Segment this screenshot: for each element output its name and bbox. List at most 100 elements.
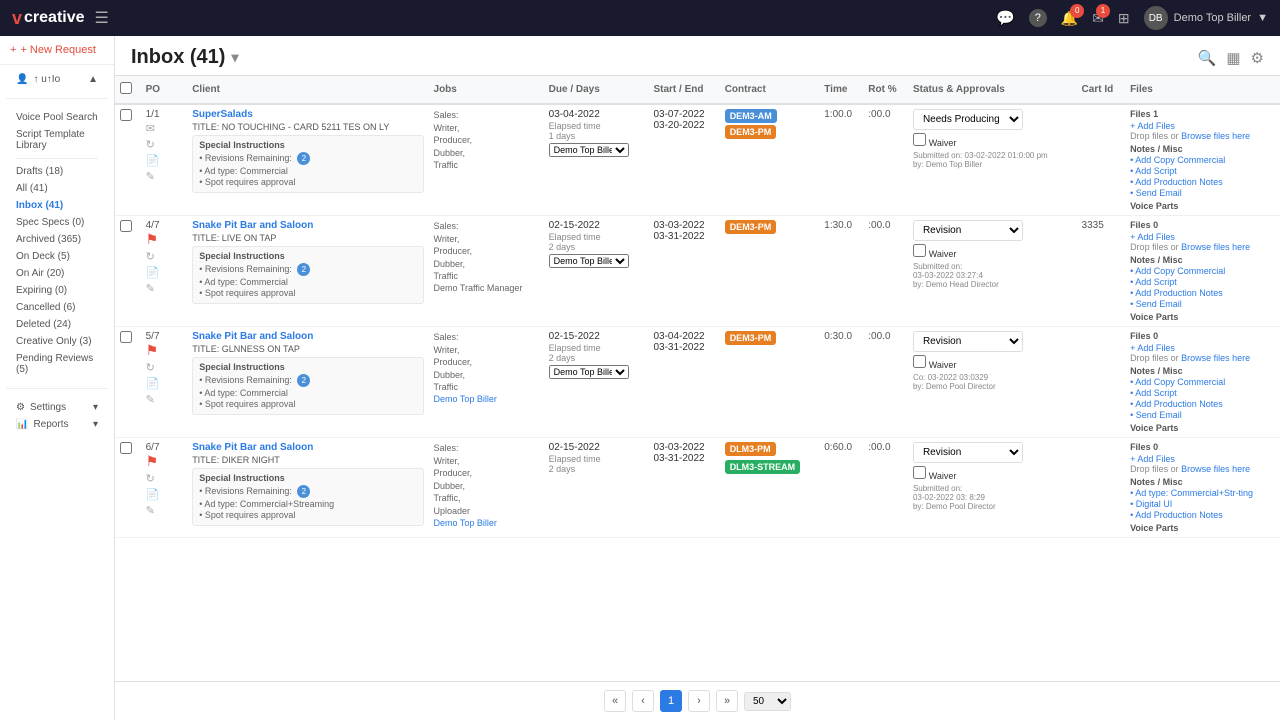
edit-icon[interactable]: ✎	[146, 393, 183, 406]
sidebar-item-all[interactable]: All (41)	[10, 180, 104, 197]
user-icon: 👤	[16, 74, 28, 85]
edit-icon[interactable]: ✎	[146, 170, 183, 183]
row2-due: 02-15-2022 Elapsed time2 days Demo Top B…	[544, 216, 649, 327]
user-menu[interactable]: DB Demo Top Biller ▼	[1144, 6, 1268, 30]
doc-icon[interactable]: 📄	[146, 377, 183, 390]
sidebar-item-inbox[interactable]: Inbox (41)	[10, 197, 104, 214]
row4-status-select[interactable]: Revision Needs Producing Approved	[913, 442, 1023, 463]
row1-assignee-select[interactable]: Demo Top Biller	[549, 143, 629, 157]
row3-checkbox[interactable]	[120, 331, 132, 343]
refresh-icon[interactable]: ↻	[146, 361, 183, 374]
row1-browse[interactable]: Browse files here	[1181, 131, 1250, 141]
row2-checkbox[interactable]	[120, 220, 132, 232]
row3-waiver-checkbox[interactable]	[913, 355, 926, 368]
edit-icon[interactable]: ✎	[146, 282, 183, 295]
row3-add-script[interactable]: • Add Script	[1130, 388, 1275, 398]
sidebar-item-on-air[interactable]: On Air (20)	[10, 265, 104, 282]
sidebar-item-reports[interactable]: 📊 Reports ▾	[10, 416, 104, 433]
row3-assignee[interactable]: Demo Top Biller	[434, 394, 539, 404]
row4-browse[interactable]: Browse files here	[1181, 464, 1250, 474]
current-page-button[interactable]: 1	[660, 690, 682, 712]
sidebar-item-expiring[interactable]: Expiring (0)	[10, 282, 104, 299]
page-size-select[interactable]: 10 25 50 100	[744, 692, 791, 711]
row3-client-name[interactable]: Snake Pit Bar and Saloon	[192, 331, 423, 342]
row3-status-select[interactable]: Revision Needs Producing Approved	[913, 331, 1023, 352]
help-icon[interactable]: ?	[1029, 9, 1047, 27]
row3-add-copy[interactable]: • Add Copy Commercial	[1130, 377, 1275, 387]
topbar-right: 💬 ? 🔔0 ✉1 ⊞ DB Demo Top Biller ▼	[996, 6, 1268, 30]
row3-browse[interactable]: Browse files here	[1181, 353, 1250, 363]
grid-icon[interactable]: ⊞	[1118, 10, 1130, 27]
row2-browse[interactable]: Browse files here	[1181, 242, 1250, 252]
refresh-icon[interactable]: ↻	[146, 472, 183, 485]
sidebar-item-deleted[interactable]: Deleted (24)	[10, 316, 104, 333]
row4-add-files[interactable]: + Add Files	[1130, 454, 1175, 464]
row3-assignee-select[interactable]: Demo Top Biller	[549, 365, 629, 379]
row2-add-script[interactable]: • Add Script	[1130, 277, 1275, 287]
sidebar-item-settings[interactable]: ⚙ Settings ▾	[10, 399, 104, 416]
row2-add-files[interactable]: + Add Files	[1130, 232, 1175, 242]
view-icon[interactable]: ▦	[1226, 49, 1240, 67]
sidebar-item-archived[interactable]: Archived (365)	[10, 231, 104, 248]
row4-waiver-checkbox[interactable]	[913, 466, 926, 479]
row4-add-copy[interactable]: • Ad type: Commercial+Str-ting	[1130, 488, 1275, 498]
row1-add-script[interactable]: • Add Script	[1130, 166, 1275, 176]
row2-add-copy[interactable]: • Add Copy Commercial	[1130, 266, 1275, 276]
refresh-icon[interactable]: ↻	[146, 250, 183, 263]
sidebar-item-drafts[interactable]: Drafts (18)	[10, 163, 104, 180]
row4-checkbox[interactable]	[120, 442, 132, 454]
chat-icon[interactable]: 💬	[996, 9, 1015, 27]
edit-icon[interactable]: ✎	[146, 504, 183, 517]
sidebar-item-pending-reviews[interactable]: Pending Reviews (5)	[10, 350, 104, 378]
row1-special-instructions: Special Instructions • Revisions Remaini…	[192, 135, 423, 193]
select-all-checkbox[interactable]	[120, 82, 132, 94]
sidebar-user-item[interactable]: 👤 ↑ u↑Io ▲	[10, 71, 104, 88]
doc-icon[interactable]: 📄	[146, 488, 183, 501]
row1-waiver-checkbox[interactable]	[913, 133, 926, 146]
sidebar-item-creative-only[interactable]: Creative Only (3)	[10, 333, 104, 350]
row3-add-prod-notes[interactable]: • Add Production Notes	[1130, 399, 1275, 409]
sidebar-item-spec-specs[interactable]: Spec Specs (0)	[10, 214, 104, 231]
row1-add-files[interactable]: + Add Files	[1130, 121, 1175, 131]
row1-client-name[interactable]: SuperSalads	[192, 109, 423, 120]
next-page-button[interactable]: ›	[688, 690, 710, 712]
row2-assignee-select[interactable]: Demo Top Biller	[549, 254, 629, 268]
row2-client-name[interactable]: Snake Pit Bar and Saloon	[192, 220, 423, 231]
row1-add-copy[interactable]: • Add Copy Commercial	[1130, 155, 1275, 165]
notifications-icon[interactable]: 🔔0	[1061, 10, 1078, 27]
row4-add-prod-notes[interactable]: • Add Production Notes	[1130, 510, 1275, 520]
row1-status-select[interactable]: Needs Producing Revision Approved	[913, 109, 1023, 130]
hamburger-icon[interactable]: ☰	[95, 8, 109, 28]
page-title-chevron[interactable]: ▾	[231, 49, 238, 66]
row1-checkbox[interactable]	[120, 109, 132, 121]
row4-client-name[interactable]: Snake Pit Bar and Saloon	[192, 442, 423, 453]
row2-waiver-checkbox[interactable]	[913, 244, 926, 257]
sidebar-item-on-deck[interactable]: On Deck (5)	[10, 248, 104, 265]
sidebar-item-label: Script Template Library	[16, 129, 98, 151]
sidebar-item-script-template[interactable]: Script Template Library	[10, 126, 104, 154]
last-page-button[interactable]: »	[716, 690, 738, 712]
search-icon[interactable]: 🔍	[1198, 49, 1217, 67]
sidebar-item-cancelled[interactable]: Cancelled (6)	[10, 299, 104, 316]
row1-send-email[interactable]: • Send Email	[1130, 188, 1275, 198]
refresh-icon[interactable]: ↻	[146, 138, 183, 151]
envelope-icon[interactable]: ✉	[146, 122, 183, 135]
row3-send-email[interactable]: • Send Email	[1130, 410, 1275, 420]
sidebar-item-voice-pool[interactable]: Voice Pool Search	[10, 109, 104, 126]
row1-add-prod-notes[interactable]: • Add Production Notes	[1130, 177, 1275, 187]
settings-gear-icon[interactable]: ⚙	[1251, 49, 1264, 67]
row2-send-email[interactable]: • Send Email	[1130, 299, 1275, 309]
doc-icon[interactable]: 📄	[146, 266, 183, 279]
first-page-button[interactable]: «	[604, 690, 626, 712]
row3-flag-icon: ⚑	[146, 342, 183, 359]
prev-page-button[interactable]: ‹	[632, 690, 654, 712]
row2-status-select[interactable]: Revision Needs Producing Approved	[913, 220, 1023, 241]
col-cart-id: Cart Id	[1077, 76, 1126, 104]
row2-add-prod-notes[interactable]: • Add Production Notes	[1130, 288, 1275, 298]
row4-assignee[interactable]: Demo Top Biller	[434, 518, 539, 528]
new-request-button[interactable]: + + New Request	[10, 44, 96, 56]
row4-digital-ui[interactable]: • Digital UI	[1130, 499, 1275, 509]
doc-icon[interactable]: 📄	[146, 154, 183, 167]
messages-icon[interactable]: ✉1	[1092, 10, 1104, 27]
row3-add-files[interactable]: + Add Files	[1130, 343, 1175, 353]
